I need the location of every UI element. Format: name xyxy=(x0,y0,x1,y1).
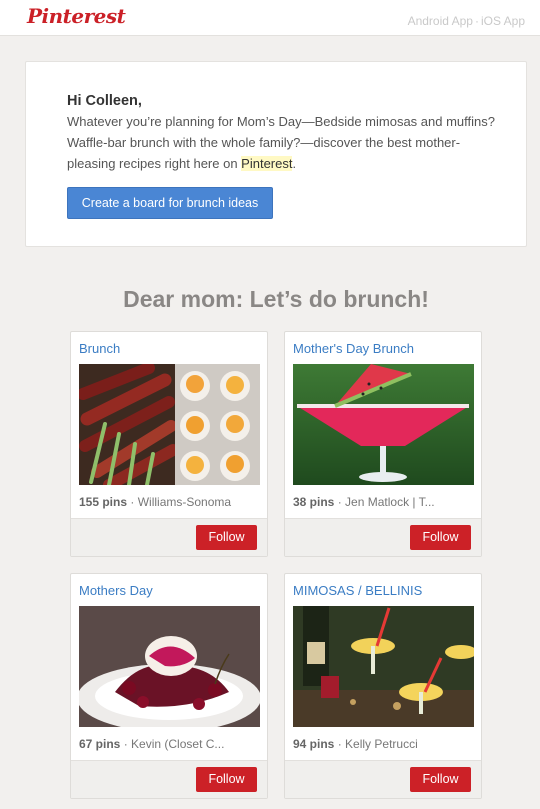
greeting: Hi Colleen, xyxy=(67,93,142,109)
pin-count: 155 pins xyxy=(79,495,128,509)
follow-button[interactable]: Follow xyxy=(410,525,471,550)
meta-separator: · xyxy=(337,495,342,509)
intro-message: Whatever you’re planning for Mom’s Day—B… xyxy=(67,111,497,174)
pin-count: 67 pins xyxy=(79,737,121,751)
board-footer: Follow xyxy=(285,760,481,798)
follow-button[interactable]: Follow xyxy=(410,767,471,792)
follow-button[interactable]: Follow xyxy=(196,525,257,550)
meta-separator: · xyxy=(123,737,128,751)
watermelon-cocktail-photo[interactable] xyxy=(293,364,474,485)
create-board-button[interactable]: Create a board for brunch ideas xyxy=(67,187,273,219)
app-links: Android App · iOS App xyxy=(408,14,525,28)
board-owner[interactable]: Williams-Sonoma xyxy=(138,495,231,509)
board-footer: Follow xyxy=(71,518,267,556)
board-owner[interactable]: Kevin (Closet C... xyxy=(131,737,224,751)
meta-separator: · xyxy=(130,495,135,509)
board-owner[interactable]: Jen Matlock | T... xyxy=(345,495,435,509)
intro-body-end: . xyxy=(292,156,297,171)
board-card-mothers-day-brunch[interactable]: Mother's Day Brunch 38 pins · Jen Matloc… xyxy=(284,331,482,557)
board-footer: Follow xyxy=(71,760,267,798)
board-meta: 94 pins · Kelly Petrucci xyxy=(293,737,475,751)
board-title[interactable]: Mother's Day Brunch xyxy=(293,341,414,356)
pin-count: 94 pins xyxy=(293,737,335,751)
follow-button[interactable]: Follow xyxy=(196,767,257,792)
board-meta: 67 pins · Kevin (Closet C... xyxy=(79,737,261,751)
board-card-brunch[interactable]: Brunch 155 pins · Williams-Sonoma Follow xyxy=(70,331,268,557)
board-meta: 38 pins · Jen Matlock | T... xyxy=(293,495,475,509)
ios-app-link[interactable]: iOS App xyxy=(481,14,525,28)
cherry-dessert-photo[interactable] xyxy=(79,606,260,727)
pin-count: 38 pins xyxy=(293,495,335,509)
android-app-link[interactable]: Android App xyxy=(408,14,473,28)
asparagus-and-eggs-photo[interactable] xyxy=(79,364,260,485)
top-bar: Pinterest Android App · iOS App xyxy=(0,0,540,36)
board-card-mimosas-bellinis[interactable]: MIMOSAS / BELLINIS 94 pins · Kelly Petru… xyxy=(284,573,482,799)
board-card-mothers-day[interactable]: Mothers Day 67 pins · Kevin (Closet C...… xyxy=(70,573,268,799)
board-title[interactable]: MIMOSAS / BELLINIS xyxy=(293,583,422,598)
mimosa-glasses-photo[interactable] xyxy=(293,606,474,727)
pinterest-logo[interactable]: Pinterest xyxy=(27,4,126,28)
board-owner[interactable]: Kelly Petrucci xyxy=(345,737,418,751)
intro-card: Hi Colleen, Whatever you’re planning for… xyxy=(25,61,527,247)
meta-separator: · xyxy=(337,737,342,751)
pinterest-highlight: Pinterest xyxy=(241,156,293,171)
board-title[interactable]: Mothers Day xyxy=(79,583,153,598)
board-footer: Follow xyxy=(285,518,481,556)
board-title[interactable]: Brunch xyxy=(79,341,120,356)
app-links-separator: · xyxy=(474,14,479,28)
board-meta: 155 pins · Williams-Sonoma xyxy=(79,495,261,509)
section-title: Dear mom: Let’s do brunch! xyxy=(123,286,429,312)
